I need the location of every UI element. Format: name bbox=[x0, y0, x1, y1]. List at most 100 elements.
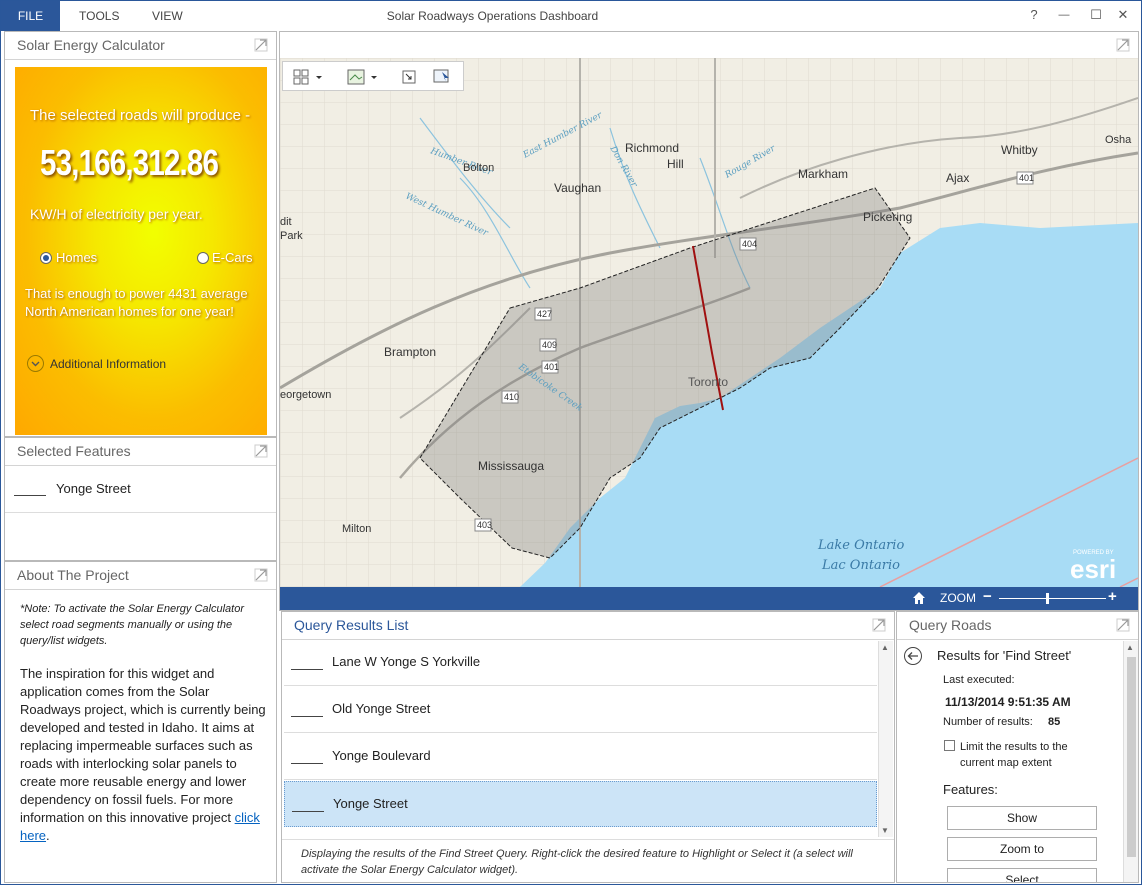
place-label: Milton bbox=[342, 523, 371, 535]
lake-label: Lake Ontario bbox=[817, 538, 904, 553]
energy-value: 53,166,312.86 bbox=[40, 142, 219, 183]
highway-shield: 409 bbox=[542, 340, 557, 350]
results-footer: Displaying the results of the Find Stree… bbox=[301, 848, 853, 876]
divider bbox=[282, 839, 894, 840]
about-body: The inspiration for this widget and appl… bbox=[20, 665, 272, 845]
clear-selection-icon[interactable] bbox=[433, 67, 453, 85]
place-label: Bolton bbox=[463, 162, 494, 174]
energy-summary: That is enough to power 4431 average Nor… bbox=[25, 286, 248, 319]
last-executed-value: 11/13/2014 9:51:35 AM bbox=[945, 695, 1071, 709]
place-label: eorgetown bbox=[280, 389, 331, 401]
zoom-slider[interactable] bbox=[999, 593, 1106, 604]
expand-icon[interactable] bbox=[1116, 38, 1130, 52]
about-note: *Note: To activate the Solar Energy Calc… bbox=[20, 603, 244, 647]
results-title: Results for 'Find Street' bbox=[937, 648, 1072, 663]
query-results-panel: Query Results List Lane W Yonge S Yorkvi… bbox=[281, 611, 895, 883]
back-arrow-icon[interactable] bbox=[903, 646, 923, 666]
highway-shield: 404 bbox=[742, 239, 757, 249]
place-label: Mississauga bbox=[478, 459, 544, 473]
help-button[interactable]: ? bbox=[1023, 5, 1045, 25]
zoom-bar: ZOOM − + bbox=[280, 587, 1138, 610]
place-label: Markham bbox=[798, 167, 848, 181]
scroll-thumb[interactable] bbox=[1127, 657, 1136, 857]
solar-intro: The selected roads will produce - bbox=[30, 107, 251, 124]
place-label: Park bbox=[280, 230, 303, 242]
line-symbol-icon bbox=[292, 811, 324, 812]
place-label: Richmond bbox=[625, 141, 679, 155]
line-symbol-icon bbox=[291, 669, 323, 670]
homes-radio[interactable] bbox=[40, 252, 52, 264]
result-label: Yonge Street bbox=[333, 796, 408, 811]
scroll-up-icon[interactable]: ▲ bbox=[881, 643, 889, 652]
minimize-button[interactable]: — bbox=[1053, 5, 1075, 25]
panel-title: About The Project bbox=[5, 562, 276, 590]
zoom-out-button[interactable]: − bbox=[983, 588, 992, 605]
maximize-button[interactable]: ☐ bbox=[1085, 5, 1107, 25]
list-item-selected[interactable]: Yonge Street bbox=[284, 781, 877, 827]
zoom-label: ZOOM bbox=[940, 591, 976, 605]
line-symbol-icon bbox=[291, 716, 323, 717]
home-icon[interactable] bbox=[912, 591, 926, 605]
features-label: Features: bbox=[943, 782, 998, 797]
expand-icon[interactable] bbox=[254, 444, 268, 458]
expand-icon[interactable] bbox=[1116, 618, 1130, 632]
zoom-in-button[interactable]: + bbox=[1108, 588, 1117, 605]
result-label: Yonge Boulevard bbox=[332, 748, 431, 763]
solar-calculator-panel: Solar Energy Calculator The selected roa… bbox=[4, 31, 277, 437]
homes-label: Homes bbox=[56, 250, 98, 265]
about-panel: About The Project *Note: To activate the… bbox=[4, 561, 277, 883]
ecars-radio[interactable] bbox=[197, 252, 209, 264]
list-item[interactable]: Yonge Street bbox=[5, 466, 276, 513]
chevron-down-icon[interactable] bbox=[27, 355, 44, 372]
highway-shield: 427 bbox=[537, 309, 552, 319]
select-features-icon[interactable] bbox=[401, 69, 417, 85]
expand-icon[interactable] bbox=[872, 618, 886, 632]
ecars-label: E-Cars bbox=[212, 250, 253, 265]
window-title: Solar Roadways Operations Dashboard bbox=[386, 9, 599, 23]
solar-energy-display: The selected roads will produce - 53,166… bbox=[15, 67, 267, 435]
list-item[interactable]: Yonge Boulevard bbox=[284, 734, 877, 780]
limit-extent-label: Limit the results to the current map ext… bbox=[960, 741, 1068, 769]
show-button[interactable]: Show bbox=[947, 806, 1097, 830]
limit-extent-checkbox[interactable] bbox=[944, 740, 955, 751]
scrollbar[interactable]: ▲ ▼ bbox=[878, 641, 893, 837]
result-count-value: 85 bbox=[1048, 716, 1061, 728]
result-count-label: Number of results: bbox=[943, 716, 1033, 728]
panel-title: Query Results List bbox=[282, 612, 894, 640]
map-toolbar bbox=[282, 61, 464, 91]
zoom-to-button[interactable]: Zoom to bbox=[947, 837, 1097, 861]
panel-title: Solar Energy Calculator bbox=[5, 32, 276, 60]
map-view[interactable]: 427 409 401 410 404 403 401 East Humber … bbox=[280, 58, 1138, 587]
lake-label: Lac Ontario bbox=[821, 558, 900, 573]
zoom-slider-thumb[interactable] bbox=[1046, 593, 1050, 604]
basemap[interactable]: 427 409 401 410 404 403 401 East Humber … bbox=[280, 58, 1138, 587]
place-label: Osha bbox=[1105, 134, 1132, 146]
query-roads-panel: Query Roads Results for 'Find Street' La… bbox=[896, 611, 1139, 883]
svg-text:esri: esri bbox=[1070, 554, 1116, 584]
additional-info-link[interactable]: Additional Information bbox=[50, 357, 166, 371]
list-item[interactable]: Old Yonge Street bbox=[284, 687, 877, 733]
place-label: Whitby bbox=[1001, 143, 1038, 157]
select-button[interactable]: Select bbox=[947, 868, 1097, 882]
place-label: Hill bbox=[667, 157, 684, 171]
highway-shield: 410 bbox=[504, 392, 519, 402]
result-label: Lane W Yonge S Yorkville bbox=[332, 654, 481, 669]
place-label: Toronto bbox=[688, 375, 728, 389]
app-window: FILE TOOLS VIEW Solar Roadways Operation… bbox=[0, 0, 1142, 885]
place-label: Vaughan bbox=[554, 181, 601, 195]
panel-title: Query Roads bbox=[897, 612, 1138, 640]
close-button[interactable]: ✕ bbox=[1112, 5, 1134, 25]
highway-shield: 401 bbox=[1019, 173, 1034, 183]
expand-icon[interactable] bbox=[254, 568, 268, 582]
expand-icon[interactable] bbox=[254, 38, 268, 52]
list-item[interactable]: Lane W Yonge S Yorkville bbox=[284, 640, 877, 686]
scrollbar[interactable]: ▲ bbox=[1123, 641, 1138, 882]
scroll-up-icon[interactable]: ▲ bbox=[1126, 643, 1134, 652]
scroll-down-icon[interactable]: ▼ bbox=[881, 826, 889, 835]
basemap-gallery-icon[interactable] bbox=[293, 69, 323, 85]
result-label: Old Yonge Street bbox=[332, 701, 431, 716]
place-label: Brampton bbox=[384, 345, 436, 359]
place-label: Pickering bbox=[863, 210, 912, 224]
layers-icon[interactable] bbox=[347, 68, 379, 86]
esri-logo: POWERED BY esri bbox=[1070, 550, 1116, 584]
